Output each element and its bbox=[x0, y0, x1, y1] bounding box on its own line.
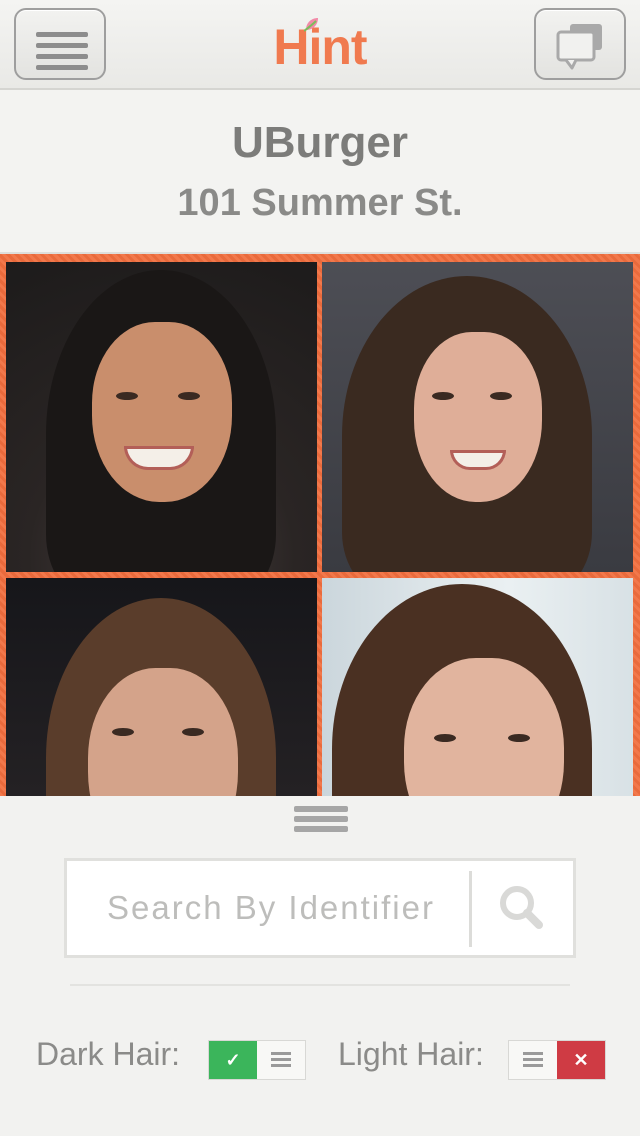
divider bbox=[70, 984, 570, 986]
toggle-no-segment[interactable]: ✕ bbox=[557, 1041, 605, 1079]
lines-icon bbox=[523, 1052, 543, 1070]
nav-bar: Hint bbox=[0, 0, 640, 90]
photo-tile-3[interactable] bbox=[6, 578, 317, 796]
photo-tile-1[interactable] bbox=[6, 262, 317, 572]
leaf-icon bbox=[304, 18, 318, 32]
messages-button[interactable] bbox=[534, 8, 626, 80]
hamburger-icon bbox=[36, 32, 88, 76]
check-icon: ✓ bbox=[225, 1050, 241, 1070]
light-hair-label: Light Hair: bbox=[338, 1036, 484, 1072]
light-hair-toggle[interactable]: ✕ bbox=[508, 1040, 606, 1080]
lines-icon bbox=[271, 1052, 291, 1070]
search-input[interactable] bbox=[67, 861, 471, 955]
menu-button[interactable] bbox=[14, 8, 106, 80]
venue-header bbox=[0, 88, 640, 254]
close-icon: ✕ bbox=[573, 1050, 589, 1070]
search-button[interactable] bbox=[473, 861, 573, 955]
chat-bubbles-icon bbox=[556, 24, 602, 70]
photo-grid bbox=[0, 254, 640, 796]
search-box bbox=[64, 858, 576, 958]
search-divider bbox=[469, 871, 472, 947]
drag-handle-icon[interactable] bbox=[294, 806, 348, 836]
venue-name: UBurger bbox=[231, 118, 409, 167]
dark-hair-toggle[interactable]: ✓ bbox=[208, 1040, 306, 1080]
photo-tile-2[interactable] bbox=[322, 262, 633, 572]
toggle-neutral-segment[interactable] bbox=[257, 1041, 305, 1079]
search-icon bbox=[500, 886, 543, 929]
venue-address: 101 Summer St. bbox=[177, 182, 463, 224]
filter-panel bbox=[0, 796, 640, 1136]
photo-tile-4[interactable] bbox=[322, 578, 633, 796]
toggle-yes-segment[interactable]: ✓ bbox=[209, 1041, 257, 1079]
toggle-neutral-segment[interactable] bbox=[509, 1041, 557, 1079]
dark-hair-label: Dark Hair: bbox=[36, 1036, 181, 1072]
app-logo: Hint bbox=[262, 18, 378, 76]
